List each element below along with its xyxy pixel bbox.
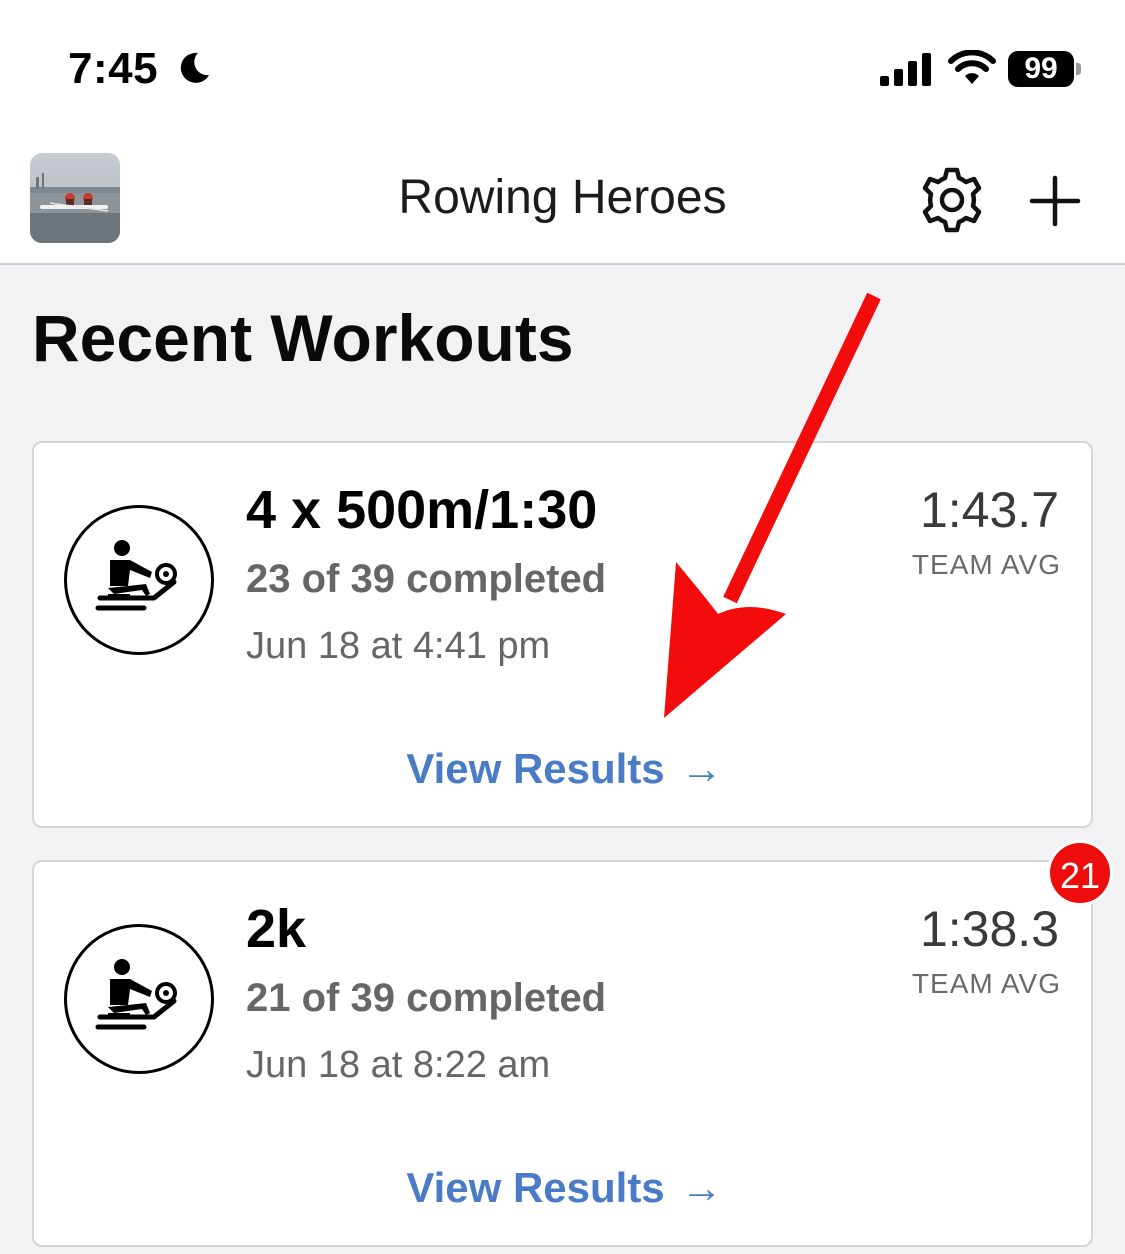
team-avg-label: TEAM AVG [911,968,1061,999]
workout-card[interactable]: 2k 21 of 39 completed Jun 18 at 8:22 am … [32,860,1093,1247]
arrow-right-icon: → [680,1164,723,1211]
view-results-label: View Results [406,1164,665,1211]
battery-icon: 99 [1008,51,1081,87]
workout-date: Jun 18 at 8:22 am [246,1044,551,1086]
wifi-icon [948,50,996,84]
workout-date: Jun 18 at 4:41 pm [246,625,551,667]
team-avg-time: 1:38.3 [919,901,1059,957]
notification-badge: 21 [1047,840,1113,906]
workout-card[interactable]: 4 x 500m/1:30 23 of 39 completed Jun 18 … [32,441,1093,828]
status-time: 7:45 [68,44,159,93]
view-results-link[interactable]: View Results → [34,1164,1095,1212]
view-results-link[interactable]: View Results → [34,745,1095,793]
workout-title: 2k [246,899,307,959]
arrow-right-icon: → [680,745,723,792]
completion-count: 23 of 39 completed [246,557,607,601]
status-bar: 7:45 99 [0,0,1125,130]
workout-title: 4 x 500m/1:30 [246,480,598,540]
view-results-label: View Results [406,745,665,792]
gear-icon[interactable] [916,164,988,236]
completion-count: 21 of 39 completed [246,976,607,1020]
app-header: Rowing Heroes [0,130,1125,265]
battery-cap [1076,63,1081,75]
plus-icon[interactable] [1024,170,1086,232]
team-avg-label: TEAM AVG [911,549,1061,580]
section-title: Recent Workouts [32,301,574,375]
rower-icon [64,505,214,655]
signal-icon [880,53,931,86]
rower-icon [64,924,214,1074]
moon-icon [180,52,209,83]
team-avg-time: 1:43.7 [919,482,1059,538]
battery-level: 99 [1008,51,1074,87]
